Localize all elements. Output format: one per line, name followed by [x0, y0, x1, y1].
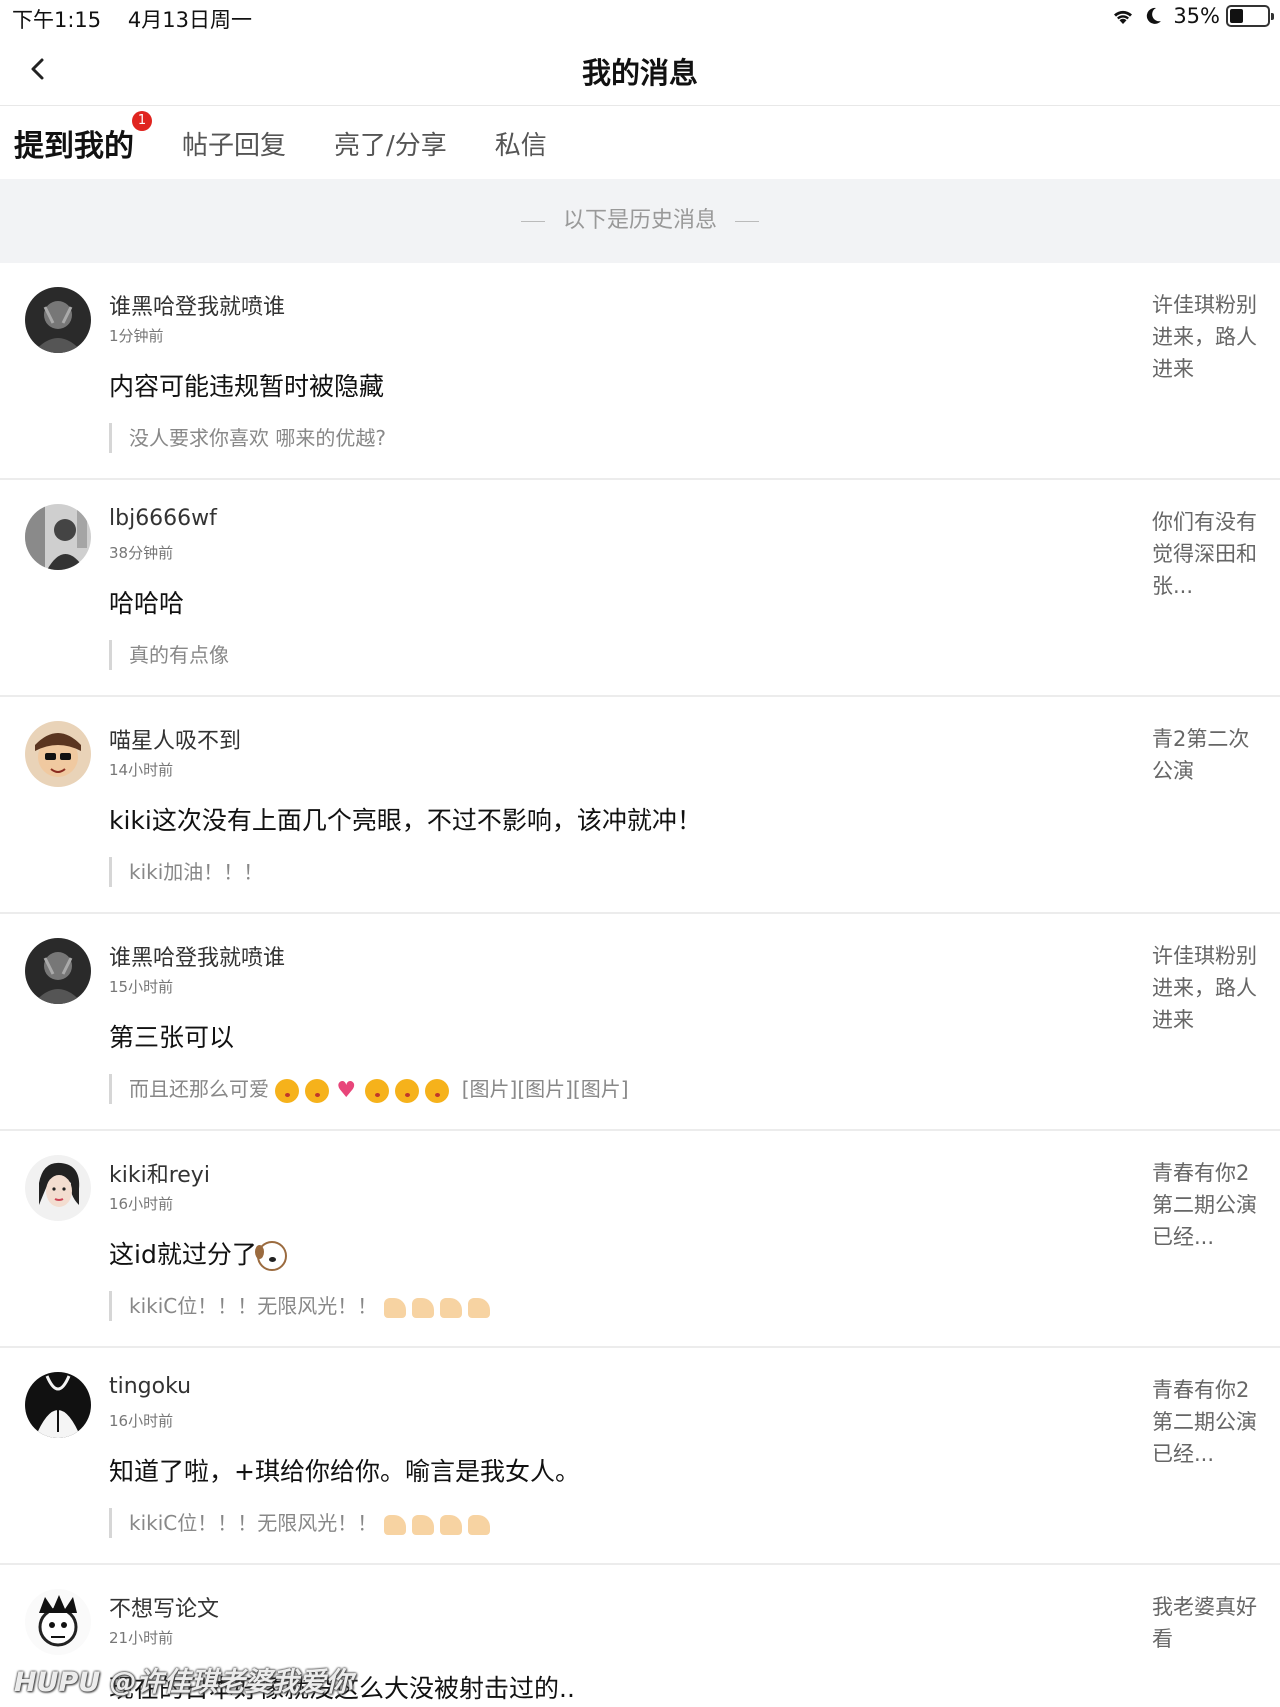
username[interactable]: tingoku — [109, 1374, 191, 1399]
quoted-reply: 真的有点像 — [109, 640, 229, 670]
list-item[interactable]: 谁黑哈登我就喷谁 15小时前 第三张可以 而且还那么可爱 [图片][图片][图片… — [0, 914, 1280, 1131]
avatar[interactable] — [25, 287, 91, 353]
message-content: kiki这次没有上面几个亮眼，不过不影响，该冲就冲！ — [109, 806, 702, 835]
quote-image-placeholders: [图片][图片][图片] — [461, 1077, 629, 1101]
quoted-reply: 而且还那么可爱 [图片][图片][图片] — [109, 1074, 629, 1106]
source-thread[interactable]: 你们有没有觉得深田和张... — [1152, 506, 1262, 602]
kissing-face-icon — [275, 1078, 300, 1103]
flexed-biceps-icon — [439, 1514, 462, 1535]
flexed-biceps-icon — [383, 1514, 406, 1535]
tab-bar: 提到我的 1 帖子回复 亮了/分享 私信 — [0, 107, 1280, 179]
quoted-reply: kiki加油！！！ — [109, 857, 263, 887]
divider-line — [735, 220, 759, 222]
status-date: 4月13日周一 — [127, 8, 252, 32]
avatar[interactable] — [25, 721, 91, 787]
flexed-biceps-icon — [439, 1297, 462, 1318]
status-left: 下午1:15 4月13日周一 — [12, 4, 272, 34]
tab-label: 帖子回复 — [182, 130, 287, 161]
quote-text: kikiC位！！！无限风光！！ — [129, 1294, 378, 1318]
flexed-biceps-icon — [411, 1514, 434, 1535]
username[interactable]: 谁黑哈登我就喷谁 — [109, 289, 285, 321]
dog-face-icon — [254, 1241, 287, 1271]
avatar[interactable] — [25, 938, 91, 1004]
wifi-icon — [1111, 6, 1135, 26]
message-content: 第三张可以 — [109, 1023, 235, 1052]
quote-text: kikiC位！！！无限风光！！ — [129, 1511, 378, 1535]
list-item[interactable]: tingoku 16小时前 知道了啦，+琪给你给你。喻言是我女人。 kikiC位… — [0, 1348, 1280, 1565]
source-thread[interactable]: 许佳琪粉别进来，路人进来 — [1152, 289, 1262, 385]
battery-fill — [1230, 9, 1243, 23]
message-content: 知道了啦，+琪给你给你。喻言是我女人。 — [109, 1457, 580, 1486]
tab-label: 私信 — [494, 130, 547, 161]
list-item[interactable]: kiki和reyi 16小时前 这id就过分了 kikiC位！！！无限风光！！ … — [0, 1131, 1280, 1348]
page-title: 我的消息 — [581, 56, 698, 90]
source-thread[interactable]: 青2第二次公演 — [1152, 723, 1262, 787]
timestamp: 1分钟前 — [109, 327, 164, 345]
quote-text: 而且还那么可爱 — [129, 1077, 269, 1101]
flexed-biceps-icon — [467, 1514, 490, 1535]
avatar[interactable] — [25, 1589, 91, 1655]
status-right: 35% — [1111, 4, 1274, 28]
tab-label: 提到我的 — [14, 129, 134, 164]
username[interactable]: kiki和reyi — [109, 1157, 210, 1189]
timestamp: 14小时前 — [109, 761, 174, 779]
source-thread[interactable]: 许佳琪粉别进来，路人进来 — [1152, 940, 1262, 1036]
avatar[interactable] — [25, 504, 91, 570]
kissing-heart-icon — [365, 1078, 390, 1103]
message-content: 哈哈哈 — [109, 589, 185, 618]
message-list: 谁黑哈登我就喷谁 1分钟前 内容可能违规暂时被隐藏 没人要求你喜欢 哪来的优越?… — [0, 263, 1280, 1707]
avatar[interactable] — [25, 1372, 91, 1438]
timestamp: 16小时前 — [109, 1412, 174, 1430]
kissing-heart-icon — [425, 1078, 450, 1103]
tab-likes-shares[interactable]: 亮了/分享 — [334, 125, 447, 162]
tab-post-replies[interactable]: 帖子回复 — [182, 125, 286, 162]
status-bar: 下午1:15 4月13日周一 35% — [0, 0, 1280, 34]
message-content: 内容可能违规暂时被隐藏 — [109, 372, 385, 401]
flexed-biceps-icon — [383, 1297, 406, 1318]
nav-header: 我的消息 — [0, 34, 1280, 106]
status-time: 下午1:15 — [12, 8, 102, 32]
username[interactable]: 喵星人吸不到 — [109, 723, 241, 755]
username[interactable]: 不想写论文 — [109, 1591, 219, 1623]
source-thread[interactable]: 青春有你2第二期公演已经... — [1152, 1374, 1262, 1470]
flexed-biceps-icon — [411, 1297, 434, 1318]
source-thread[interactable]: 青春有你2第二期公演已经... — [1152, 1157, 1262, 1253]
history-label: 以下是历史消息 — [562, 208, 717, 233]
timestamp: 38分钟前 — [109, 544, 174, 562]
timestamp: 15小时前 — [109, 978, 174, 996]
quoted-reply: 没人要求你喜欢 哪来的优越? — [109, 423, 386, 453]
list-item[interactable]: lbj6666wf 38分钟前 哈哈哈 真的有点像 你们有没有觉得深田和张... — [0, 480, 1280, 697]
hupu-watermark: HUPU @许佳琪老婆我爱你 — [14, 1667, 353, 1698]
history-divider: 以下是历史消息 — [0, 179, 1280, 263]
flexed-biceps-icon — [467, 1297, 490, 1318]
source-thread[interactable]: 我老婆真好看 — [1152, 1591, 1262, 1655]
tab-mentions[interactable]: 提到我的 1 — [14, 111, 152, 165]
tab-label: 亮了/分享 — [334, 130, 447, 161]
quoted-reply: kikiC位！！！无限风光！！ — [109, 1508, 496, 1538]
list-item[interactable]: 喵星人吸不到 14小时前 kiki这次没有上面几个亮眼，不过不影响，该冲就冲！ … — [0, 697, 1280, 914]
username[interactable]: lbj6666wf — [109, 506, 217, 531]
moon-icon — [1145, 6, 1163, 26]
timestamp: 21小时前 — [109, 1629, 174, 1647]
divider-line — [520, 220, 545, 222]
list-item[interactable]: 谁黑哈登我就喷谁 1分钟前 内容可能违规暂时被隐藏 没人要求你喜欢 哪来的优越?… — [0, 263, 1280, 480]
avatar[interactable] — [25, 1155, 91, 1221]
username[interactable]: 谁黑哈登我就喷谁 — [109, 940, 285, 972]
tab-private-messages[interactable]: 私信 — [495, 125, 547, 162]
content-text: 这id就过分了 — [109, 1240, 257, 1269]
kissing-heart-icon — [395, 1078, 420, 1103]
quoted-reply: kikiC位！！！无限风光！！ — [109, 1291, 496, 1321]
heart-arrow-icon — [335, 1076, 359, 1106]
battery-icon — [1226, 5, 1274, 27]
timestamp: 16小时前 — [109, 1195, 174, 1213]
kissing-face-icon — [305, 1078, 330, 1103]
message-content: 这id就过分了 — [109, 1235, 293, 1271]
battery-percent: 35% — [1173, 4, 1220, 28]
notification-badge: 1 — [132, 111, 152, 131]
